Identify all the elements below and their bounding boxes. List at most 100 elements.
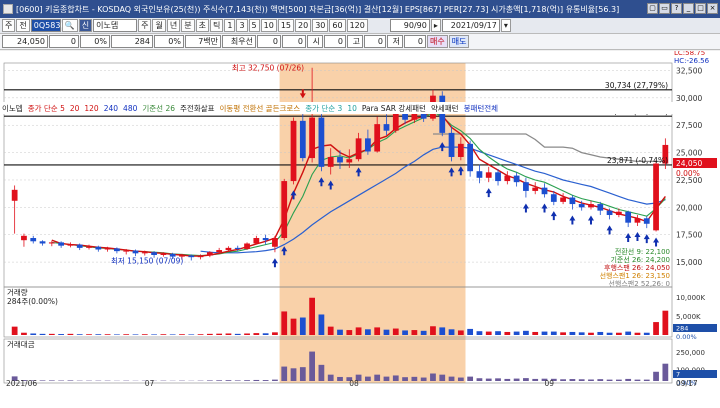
candle-body[interactable]	[448, 132, 455, 157]
candle-body[interactable]	[76, 244, 83, 248]
candle-body[interactable]	[262, 238, 269, 241]
legend-item[interactable]: 종가 단순 3	[305, 103, 342, 114]
candle-body[interactable]	[309, 117, 315, 159]
legend-item[interactable]: 240	[104, 104, 118, 113]
candle-body[interactable]	[606, 210, 613, 216]
candle-body[interactable]	[560, 197, 566, 202]
candle-body[interactable]	[244, 243, 250, 249]
candle-body[interactable]	[504, 175, 511, 182]
legend-item[interactable]: 10	[347, 104, 357, 113]
candle-body[interactable]	[653, 163, 659, 231]
credit-badge[interactable]: 신	[78, 19, 93, 32]
candle-body[interactable]	[588, 204, 594, 208]
candle-body[interactable]	[132, 250, 139, 254]
sell-button[interactable]: 매도	[448, 35, 470, 48]
candle-body[interactable]	[123, 250, 130, 252]
candle-body[interactable]	[95, 246, 102, 250]
close-icon[interactable]: ×	[707, 3, 718, 14]
minimize-icon[interactable]: _	[683, 3, 694, 14]
date-input[interactable]: 2021/09/17	[441, 19, 500, 32]
candle-body[interactable]	[39, 241, 46, 244]
candle-body[interactable]	[457, 143, 464, 157]
candle-body[interactable]	[383, 124, 390, 131]
candle-body[interactable]	[216, 250, 223, 253]
legend-item[interactable]: 주전화살표	[180, 103, 215, 114]
candle-body[interactable]	[495, 172, 501, 182]
legend-item[interactable]: 기준선 26	[142, 103, 175, 114]
candle-body[interactable]	[225, 247, 232, 251]
candle-body[interactable]	[253, 238, 260, 244]
candle-body[interactable]	[206, 252, 213, 256]
window-tile-icon[interactable]: ▭	[659, 3, 670, 14]
bar-count-input[interactable]: 90/90	[389, 19, 430, 32]
candle-body[interactable]	[58, 242, 65, 246]
stock-code-input[interactable]: 0Q5830	[30, 19, 66, 32]
candle-body[interactable]	[318, 117, 325, 167]
candle-body[interactable]	[485, 172, 492, 178]
search-icon[interactable]: 🔍	[61, 19, 78, 32]
candle-body[interactable]	[625, 211, 632, 223]
legend-item[interactable]: 이노뎁	[2, 103, 23, 114]
legend-item[interactable]: 480	[123, 104, 137, 113]
candle-body[interactable]	[327, 156, 334, 167]
candle-body[interactable]	[141, 252, 148, 254]
period-day-button[interactable]: 주	[138, 19, 152, 32]
minute-30-button[interactable]: 30	[312, 19, 329, 32]
minute-20-button[interactable]: 20	[295, 19, 312, 32]
candle-body[interactable]	[569, 197, 576, 205]
candle-body[interactable]	[290, 120, 297, 182]
candle-body[interactable]	[643, 218, 650, 224]
candle-body[interactable]	[476, 171, 483, 178]
candle-body[interactable]	[402, 113, 408, 120]
candle-body[interactable]	[634, 218, 641, 223]
minute-5-button[interactable]: 5	[248, 19, 260, 32]
candle-body[interactable]	[337, 156, 343, 163]
legend-item[interactable]: 120	[84, 104, 98, 113]
candle-body[interactable]	[11, 189, 18, 201]
chart-area[interactable]: 15,000 17,500 20,000 22,500 25,000 27,500 30,0…	[0, 49, 720, 408]
candle-body[interactable]	[374, 124, 381, 152]
candle-body[interactable]	[541, 187, 548, 195]
candle-body[interactable]	[30, 238, 37, 242]
candle-body[interactable]	[597, 204, 604, 211]
buy-button[interactable]: 매수	[427, 35, 448, 48]
legend-item[interactable]: Para SAR 강세패턴	[362, 103, 426, 114]
period-week-button[interactable]: 월	[152, 19, 166, 32]
legend-item[interactable]: 봉패턴전체	[464, 103, 499, 114]
candle-body[interactable]	[48, 242, 55, 244]
candle-body[interactable]	[188, 255, 195, 258]
candle-body[interactable]	[234, 247, 241, 249]
candle-body[interactable]	[160, 253, 167, 255]
candle-body[interactable]	[114, 248, 120, 252]
minute-15-button[interactable]: 15	[277, 19, 294, 32]
legend-item[interactable]: 약세패턴	[431, 103, 459, 114]
minute-1-button[interactable]: 1	[224, 19, 236, 32]
candle-body[interactable]	[346, 159, 353, 163]
period-tick-button[interactable]: 틱	[209, 19, 224, 32]
minute-10-button[interactable]: 10	[260, 19, 277, 32]
calendar-icon[interactable]: ▾	[500, 19, 511, 32]
market-select[interactable]: 전	[16, 19, 30, 32]
chart-type-select[interactable]: 주	[2, 19, 16, 32]
candle-body[interactable]	[550, 194, 557, 202]
legend-item[interactable]: 20	[70, 104, 80, 113]
candle-body[interactable]	[86, 246, 92, 248]
bar-count-up-icon[interactable]: ▸	[430, 19, 441, 32]
candle-body[interactable]	[467, 143, 474, 172]
candle-body[interactable]	[272, 238, 278, 247]
candle-body[interactable]	[615, 211, 622, 216]
period-year-button[interactable]: 분	[181, 19, 195, 32]
candle-body[interactable]	[513, 175, 520, 183]
period-minute-button[interactable]: 초	[195, 19, 209, 32]
legend-item[interactable]: 종가 단순 5	[28, 103, 65, 114]
candle-body[interactable]	[355, 138, 362, 160]
candle-body[interactable]	[104, 248, 111, 250]
candle-body[interactable]	[67, 244, 74, 246]
minute-60-button[interactable]: 60	[329, 19, 346, 32]
help-icon[interactable]: ?	[671, 3, 682, 14]
candle-body[interactable]	[197, 255, 204, 258]
candle-body[interactable]	[21, 235, 27, 241]
maximize-icon[interactable]: □	[695, 3, 706, 14]
legend-item[interactable]: 이동평 전환선 골든크로스	[220, 103, 301, 114]
window-restore-icon[interactable]: ▢	[647, 3, 658, 14]
